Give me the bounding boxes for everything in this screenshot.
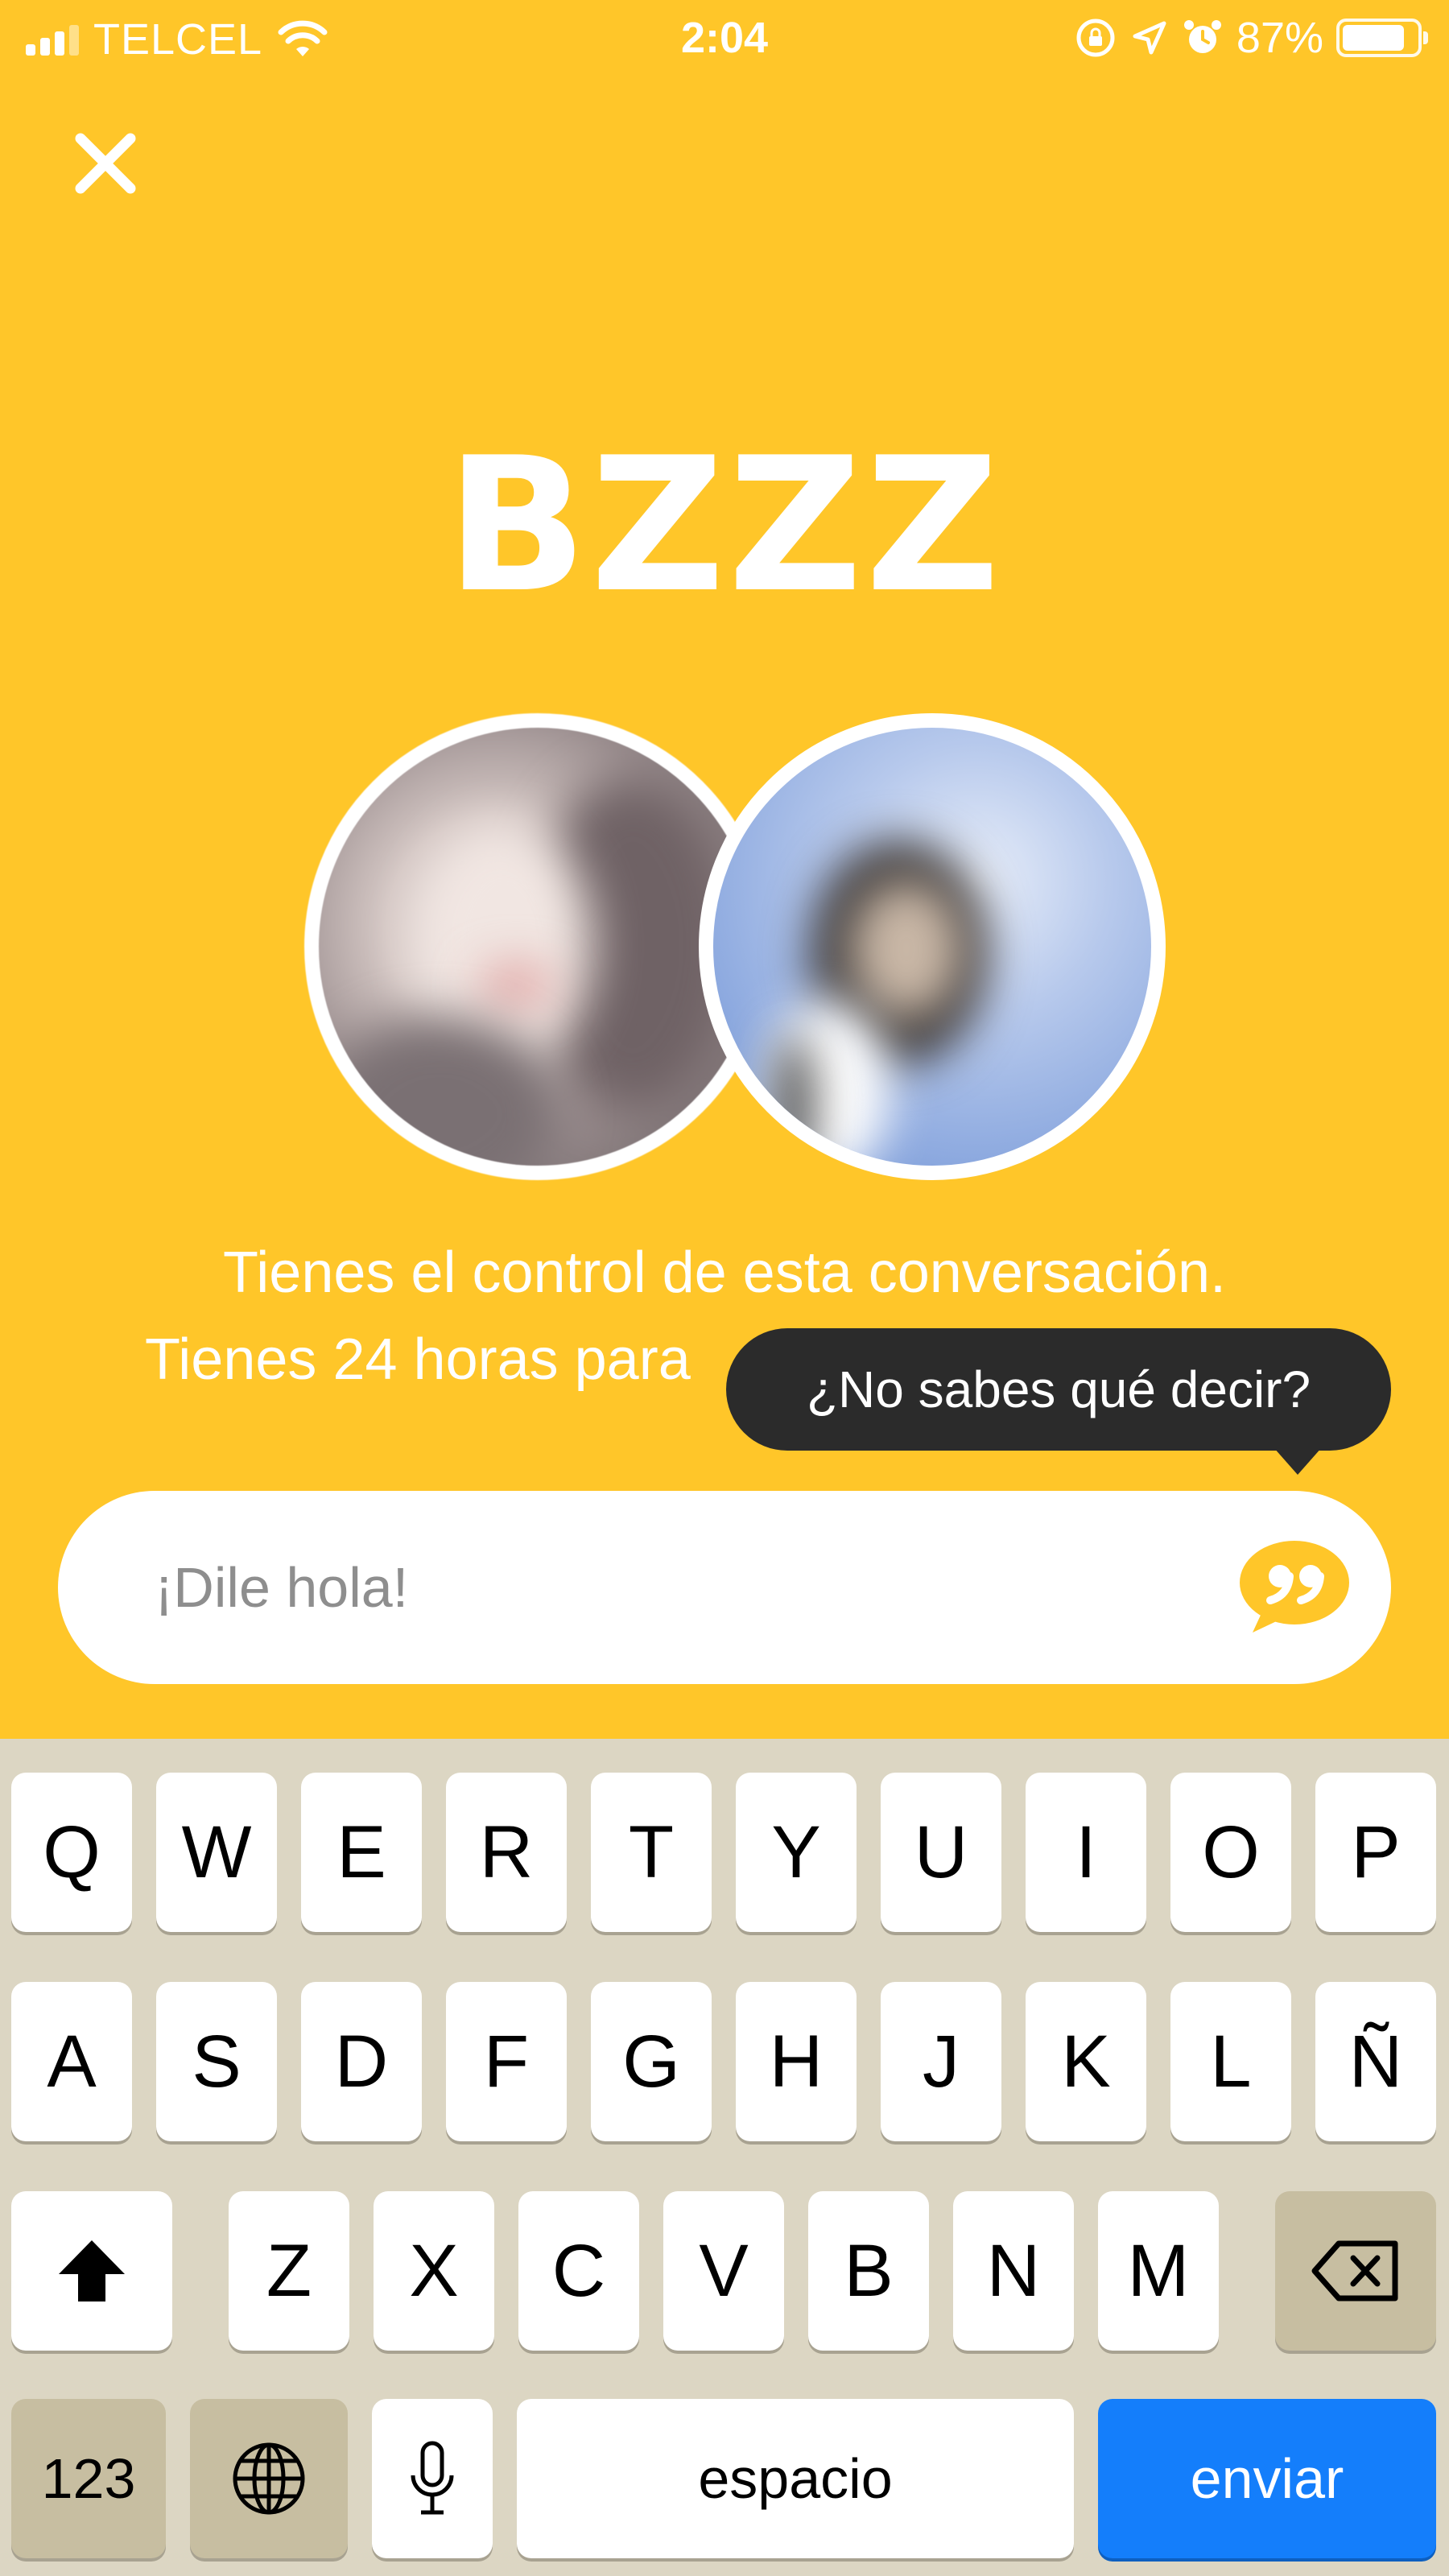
orientation-lock-icon (1076, 19, 1115, 57)
key-c[interactable]: C (518, 2191, 639, 2351)
location-icon (1133, 21, 1166, 55)
key-o[interactable]: O (1170, 1773, 1291, 1932)
key-h[interactable]: H (736, 1982, 857, 2141)
keyboard: Q W E R T Y U I O P A S D F G H J K L Ñ … (0, 1739, 1449, 2576)
send-key[interactable]: enviar (1098, 2399, 1436, 2558)
message-input[interactable] (155, 1523, 1201, 1652)
key-y[interactable]: Y (736, 1773, 857, 1932)
close-icon (75, 133, 136, 194)
space-key[interactable]: espacio (517, 2399, 1074, 2558)
quote-bubble-icon (1240, 1541, 1349, 1633)
key-n[interactable]: N (953, 2191, 1074, 2351)
backspace-key[interactable] (1275, 2191, 1436, 2351)
key-s[interactable]: S (156, 1982, 277, 2141)
status-right: 87% (1074, 13, 1428, 63)
globe-icon (233, 2442, 305, 2515)
key-a[interactable]: A (11, 1982, 132, 2141)
key-r[interactable]: R (446, 1773, 567, 1932)
dictation-key[interactable] (372, 2399, 493, 2558)
match-screen: TELCEL 2:04 87% BZZZ Tienes el control d… (0, 0, 1449, 2576)
key-i[interactable]: I (1026, 1773, 1146, 1932)
microphone-icon (411, 2441, 454, 2515)
opening-moves-button[interactable] (1238, 1539, 1351, 1636)
numbers-key[interactable]: 123 (11, 2399, 166, 2558)
message-input-container (58, 1491, 1391, 1684)
battery-icon (1336, 19, 1428, 57)
key-v[interactable]: V (663, 2191, 784, 2351)
key-w[interactable]: W (156, 1773, 277, 1932)
shift-key[interactable] (11, 2191, 172, 2351)
match-avatar[interactable] (699, 713, 1166, 1180)
key-b[interactable]: B (808, 2191, 929, 2351)
globe-key[interactable] (190, 2399, 348, 2558)
key-x[interactable]: X (374, 2191, 494, 2351)
backspace-icon (1311, 2240, 1398, 2301)
key-z[interactable]: Z (229, 2191, 349, 2351)
key-p[interactable]: P (1315, 1773, 1436, 1932)
tooltip-text: ¿No sabes qué decir? (806, 1360, 1311, 1418)
close-button[interactable] (69, 127, 142, 200)
key-t[interactable]: T (591, 1773, 712, 1932)
alarm-icon (1183, 20, 1221, 53)
suggestion-tooltip[interactable]: ¿No sabes qué decir? (726, 1328, 1391, 1475)
key-q[interactable]: Q (11, 1773, 132, 1932)
battery-percent: 87% (1236, 14, 1323, 62)
key-u[interactable]: U (881, 1773, 1001, 1932)
key-l[interactable]: L (1170, 1982, 1291, 2141)
key-n-tilde[interactable]: Ñ (1315, 1982, 1436, 2141)
key-m[interactable]: M (1098, 2191, 1219, 2351)
match-title: BZZZ (446, 419, 1003, 634)
match-message-line1: Tienes el control de esta conversación. (222, 1241, 1226, 1305)
shift-icon (59, 2240, 125, 2301)
key-j[interactable]: J (881, 1982, 1001, 2141)
key-d[interactable]: D (301, 1982, 422, 2141)
status-bar: TELCEL 2:04 87% (0, 0, 1449, 80)
key-f[interactable]: F (446, 1982, 567, 2141)
key-k[interactable]: K (1026, 1982, 1146, 2141)
key-e[interactable]: E (301, 1773, 422, 1932)
key-g[interactable]: G (591, 1982, 712, 2141)
